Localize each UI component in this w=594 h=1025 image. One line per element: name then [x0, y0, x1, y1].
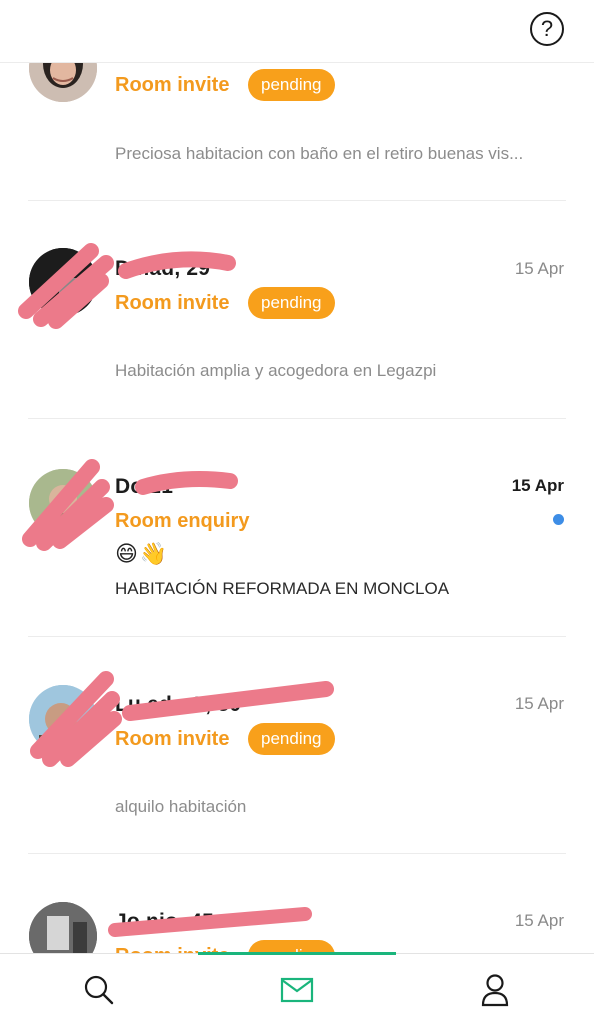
message-preview: alquilo habitación	[115, 797, 247, 816]
message-preview: HABITACIÓN REFORMADA EN MONCLOA	[115, 579, 450, 598]
contact-name: Jo nio, 45	[115, 910, 214, 933]
message-preview: Habitación amplia y acogedora en Legazpi	[115, 361, 437, 380]
avatar	[29, 685, 97, 753]
conversation-date: 15 Apr	[511, 476, 564, 495]
user-icon	[481, 973, 509, 1006]
conversation-type: Room invite	[115, 74, 230, 96]
contact-name: Lu edo S, 50	[115, 693, 242, 716]
conversation-date: 15 Apr	[514, 694, 564, 713]
conversation-list: Room invite pending Preciosa habitacion …	[0, 0, 594, 953]
help-circle-icon: ?	[540, 16, 554, 41]
conversation-item[interactable]: Jo nio, 45 15 Apr Room invite pending	[0, 854, 594, 953]
conversation-type: Room invite	[115, 728, 230, 750]
conversation-item[interactable]: Lu edo S, 50 15 Apr Room invite pending …	[0, 637, 594, 854]
avatar	[29, 902, 97, 953]
message-preview: Preciosa habitacion con baño en el retir…	[115, 144, 524, 163]
conversation-type: Room enquiry	[115, 510, 250, 532]
app-header: ?	[0, 0, 594, 63]
contact-name: D nad, 29	[115, 257, 211, 280]
avatar	[29, 248, 97, 316]
status-badge: pending	[248, 287, 335, 319]
status-badge: pending	[248, 69, 335, 101]
help-button[interactable]: ?	[530, 12, 564, 46]
tab-search[interactable]	[0, 954, 198, 1025]
bottom-tab-bar	[0, 952, 594, 1025]
avatar	[29, 469, 97, 537]
contact-name: Do 21	[115, 475, 174, 498]
unread-indicator	[553, 514, 564, 525]
status-badge: pending	[248, 723, 335, 755]
search-icon	[84, 975, 114, 1004]
conversation-date: 15 Apr	[514, 259, 564, 278]
tab-messages[interactable]	[198, 954, 396, 1025]
mail-icon	[280, 977, 314, 1002]
conversation-item[interactable]: D nad, 29 15 Apr Room invite pending Hab…	[0, 201, 594, 418]
conversation-date: 15 Apr	[514, 911, 564, 930]
emoji-preview: 😄👋	[115, 541, 170, 566]
conversation-type: Room invite	[115, 292, 230, 314]
tab-profile[interactable]	[396, 954, 594, 1025]
conversation-item[interactable]: Do 21 15 Apr Room enquiry 😄👋 HABITACIÓN …	[0, 419, 594, 636]
